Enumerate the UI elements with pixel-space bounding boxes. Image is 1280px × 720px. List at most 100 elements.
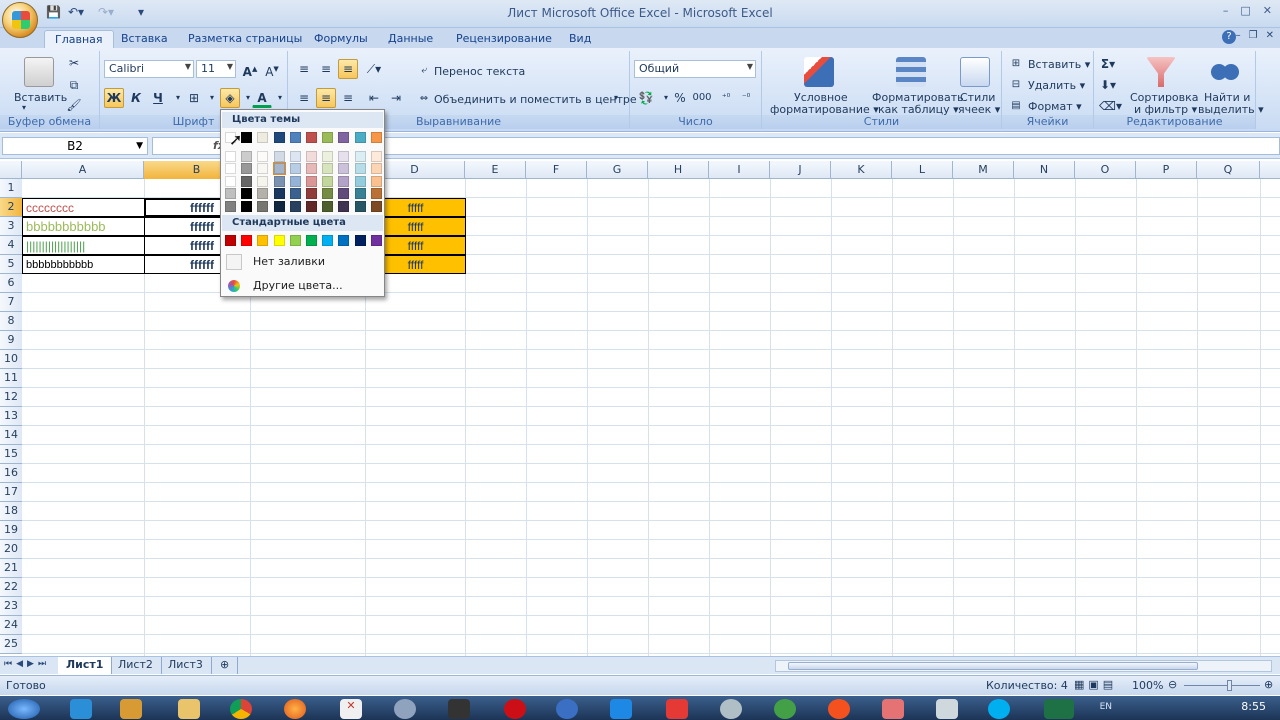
- theme-color-swatch[interactable]: [257, 188, 269, 200]
- office-button[interactable]: [2, 2, 38, 38]
- theme-color-swatch[interactable]: [322, 163, 334, 175]
- horizontal-scrollbar[interactable]: [775, 660, 1272, 672]
- font-size-combo[interactable]: 11 ▼: [196, 60, 236, 78]
- row-header-4[interactable]: 4: [0, 236, 22, 255]
- theme-color-swatch[interactable]: [306, 201, 317, 212]
- format-as-table-icon[interactable]: [896, 57, 926, 87]
- align-center-icon[interactable]: ≡: [316, 88, 336, 108]
- excel-taskbar-icon[interactable]: [1044, 699, 1074, 719]
- theme-color-swatch[interactable]: [289, 188, 301, 200]
- theme-color-swatch[interactable]: [338, 132, 350, 143]
- theme-color-swatch[interactable]: [306, 150, 317, 162]
- row-header-25[interactable]: 25: [0, 635, 22, 654]
- row-header-12[interactable]: 12: [0, 388, 22, 407]
- underline-button[interactable]: Ч: [148, 88, 168, 108]
- tab-page-layout[interactable]: Разметка страницы: [178, 30, 312, 48]
- scroll-thumb[interactable]: [788, 662, 1198, 670]
- decrease-decimal-icon[interactable]: ⁻⁰: [736, 88, 756, 108]
- app-blue-icon[interactable]: [556, 699, 578, 719]
- cell-a3[interactable]: bbbbbbbbbbb: [22, 217, 145, 236]
- theme-color-swatch[interactable]: [241, 132, 253, 143]
- theme-color-swatch[interactable]: [241, 150, 253, 162]
- theme-color-swatch[interactable]: [273, 175, 285, 187]
- tab-insert[interactable]: Вставка: [111, 30, 178, 48]
- theme-color-swatch[interactable]: [322, 150, 334, 162]
- theme-color-swatch[interactable]: [273, 150, 285, 162]
- theme-color-swatch[interactable]: [289, 132, 301, 143]
- zoom-slider[interactable]: [1184, 685, 1260, 686]
- theme-color-swatch[interactable]: [370, 201, 382, 212]
- cell-a4[interactable]: |||||||||||||||||||: [22, 236, 145, 255]
- standard-color-swatch[interactable]: [338, 235, 350, 246]
- column-header-l[interactable]: L: [892, 161, 953, 179]
- row-header-6[interactable]: 6: [0, 274, 22, 293]
- media-icon[interactable]: [120, 699, 142, 719]
- paste-dropdown-icon[interactable]: ▾: [22, 103, 26, 112]
- select-all-corner[interactable]: [0, 161, 22, 179]
- clear-icon[interactable]: ⌫▾: [1098, 96, 1122, 116]
- font-name-combo[interactable]: Calibri ▼: [104, 60, 194, 78]
- theme-color-swatch[interactable]: [354, 175, 366, 187]
- theme-color-swatch[interactable]: [273, 201, 285, 212]
- align-right-icon[interactable]: ≡: [338, 88, 358, 108]
- wb-minimize-button[interactable]: –: [1236, 30, 1241, 41]
- theme-color-swatch[interactable]: [370, 132, 382, 143]
- theme-color-swatch[interactable]: [289, 150, 301, 162]
- decrease-indent-icon[interactable]: ⇤: [364, 88, 384, 108]
- row-header-9[interactable]: 9: [0, 331, 22, 350]
- column-header-i[interactable]: I: [709, 161, 770, 179]
- theme-color-swatch[interactable]: [225, 150, 236, 162]
- conditional-formatting-icon[interactable]: [804, 57, 834, 87]
- theme-color-swatch[interactable]: [354, 163, 366, 175]
- theme-color-swatch[interactable]: [322, 175, 334, 187]
- row-header-1[interactable]: 1: [0, 179, 22, 198]
- theme-color-swatch[interactable]: [354, 201, 366, 212]
- theme-color-swatch[interactable]: [338, 201, 350, 212]
- standard-color-swatch[interactable]: [370, 235, 382, 246]
- row-header-17[interactable]: 17: [0, 483, 22, 502]
- delete-cells-button[interactable]: Удалить ▾: [1028, 79, 1085, 92]
- row-header-21[interactable]: 21: [0, 559, 22, 578]
- theme-color-swatch[interactable]: [354, 188, 366, 200]
- row-header-22[interactable]: 22: [0, 578, 22, 597]
- utorrent-icon[interactable]: [774, 699, 796, 719]
- theme-color-swatch[interactable]: [354, 132, 366, 143]
- standard-color-swatch[interactable]: [241, 235, 253, 246]
- increase-decimal-icon[interactable]: ⁺⁰: [716, 88, 736, 108]
- row-header-24[interactable]: 24: [0, 616, 22, 635]
- theme-color-swatch[interactable]: [306, 188, 317, 200]
- ie-icon[interactable]: [70, 699, 92, 719]
- new-sheet-icon[interactable]: ⊕: [212, 657, 239, 674]
- start-button-icon[interactable]: [8, 699, 40, 719]
- app-download-icon[interactable]: [610, 699, 632, 719]
- increase-indent-icon[interactable]: ⇥: [386, 88, 406, 108]
- app-window-icon[interactable]: [936, 699, 958, 719]
- row-header-13[interactable]: 13: [0, 407, 22, 426]
- bold-button[interactable]: Ж: [104, 88, 124, 108]
- theme-color-swatch[interactable]: [370, 188, 382, 200]
- name-box[interactable]: B2 ▼: [2, 137, 148, 155]
- font-color-dropdown-icon[interactable]: ▾: [270, 88, 290, 108]
- close-button[interactable]: ✕: [1263, 4, 1272, 17]
- align-bottom-icon[interactable]: ≡: [338, 59, 358, 79]
- wrap-text-button[interactable]: Перенос текста: [434, 65, 525, 78]
- tab-view[interactable]: Вид: [559, 30, 601, 48]
- fill-color-icon[interactable]: ◈: [220, 88, 240, 108]
- row-header-2[interactable]: 2: [0, 198, 22, 217]
- maximize-button[interactable]: □: [1240, 4, 1250, 17]
- theme-color-swatch[interactable]: [241, 163, 253, 175]
- theme-color-swatch[interactable]: [289, 163, 301, 175]
- theme-color-swatch[interactable]: [241, 188, 253, 200]
- more-colors-item[interactable]: Другие цвета...: [222, 275, 383, 297]
- sheet-tab-1[interactable]: Лист1: [58, 657, 113, 674]
- borders-dropdown-icon[interactable]: ▾: [202, 88, 222, 108]
- minimize-button[interactable]: –: [1223, 4, 1229, 17]
- cell-a2[interactable]: cccccccc: [22, 198, 145, 217]
- app-g-icon[interactable]: [882, 699, 904, 719]
- theme-color-swatch[interactable]: [257, 201, 269, 212]
- theme-color-swatch[interactable]: [338, 150, 350, 162]
- app-x-icon[interactable]: ✕: [340, 699, 362, 719]
- row-header-23[interactable]: 23: [0, 597, 22, 616]
- cut-icon[interactable]: ✂: [64, 53, 84, 73]
- cell-styles-icon[interactable]: [960, 57, 990, 87]
